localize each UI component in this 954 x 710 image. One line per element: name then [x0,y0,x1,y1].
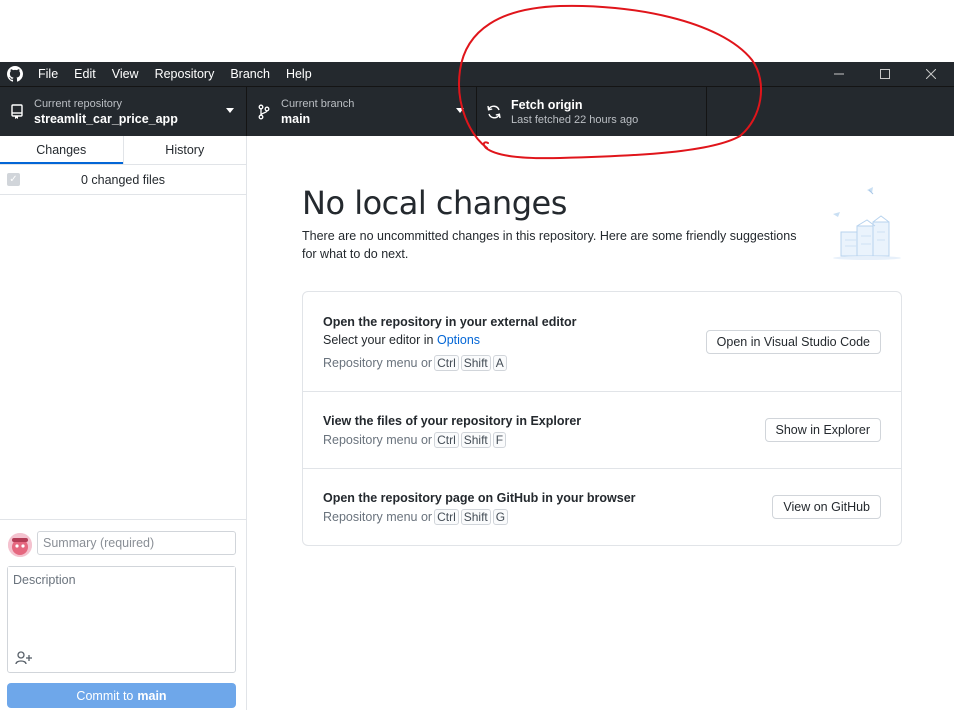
sync-icon [485,103,503,121]
minimize-button[interactable] [816,62,862,86]
page-description: There are no uncommitted changes in this… [302,229,797,261]
current-branch-dropdown[interactable]: Current branch main [247,87,477,137]
show-in-explorer-button[interactable]: Show in Explorer [764,418,881,442]
keyboard-shortcut-hint: Repository menu or Ctrl Shift A [323,355,507,371]
summary-input[interactable] [37,531,236,555]
fetch-origin-label: Fetch origin [511,98,583,112]
key-shift: Shift [460,432,491,448]
description-input[interactable] [8,567,235,647]
repository-icon [8,103,26,121]
current-repository-name: streamlit_car_price_app [34,112,178,126]
key-ctrl: Ctrl [434,355,459,371]
commit-button-prefix: Commit to [76,688,134,703]
last-fetched-text: Last fetched 22 hours ago [511,114,639,126]
suggestion-title: Open the repository in your external edi… [323,315,577,329]
fetch-origin-button[interactable]: Fetch origin Last fetched 22 hours ago [477,87,707,137]
current-repository-label: Current repository [34,98,123,110]
window-controls [816,62,954,86]
tab-changes[interactable]: Changes [0,136,123,164]
menu-view[interactable]: View [104,62,147,86]
chevron-down-icon [456,108,464,113]
keyboard-shortcut-hint: Repository menu or Ctrl Shift G [323,509,509,525]
suggestion-title: View the files of your repository in Exp… [323,414,582,428]
keyboard-shortcut-hint: Repository menu or Ctrl Shift F [323,432,507,448]
suggestions-card: Open the repository in your external edi… [302,291,902,546]
key-ctrl: Ctrl [434,432,459,448]
close-button[interactable] [908,62,954,86]
suggestion-subtitle: Select your editor in Options [323,333,481,347]
menu-branch[interactable]: Branch [222,62,278,86]
toolbar: Current repository streamlit_car_price_a… [0,86,954,137]
maximize-icon [880,69,890,79]
title-bar: File Edit View Repository Branch Help [0,62,954,86]
current-branch-label: Current branch [281,98,355,110]
commit-button-branch: main [137,688,167,703]
suggestion-title: Open the repository page on GitHub in yo… [323,491,636,505]
suggestion-view-github: Open the repository page on GitHub in yo… [303,469,901,546]
blank-area-above-window [0,0,954,62]
key-shift: Shift [460,509,491,525]
maximize-button[interactable] [862,62,908,86]
changed-files-count: 0 changed files [80,172,166,187]
commit-message-area: Commit to main [0,519,246,710]
close-icon [926,69,936,79]
menu-repository[interactable]: Repository [147,62,223,86]
branch-icon [255,103,273,121]
key-g: G [492,509,509,525]
key-f: F [492,432,507,448]
key-a: A [492,355,507,371]
key-ctrl: Ctrl [434,509,459,525]
menu-file[interactable]: File [30,62,66,86]
suggestion-show-explorer: View the files of your repository in Exp… [303,392,901,469]
view-on-github-button[interactable]: View on GitHub [772,495,881,519]
changes-sidebar: Changes History ✓ 0 changed files Commit… [0,136,247,710]
minimize-icon [834,73,844,75]
commit-button[interactable]: Commit to main [7,683,236,708]
sidebar-tabs: Changes History [0,136,246,165]
current-repository-dropdown[interactable]: Current repository streamlit_car_price_a… [0,87,247,137]
menu-edit[interactable]: Edit [66,62,104,86]
changed-files-header: ✓ 0 changed files [0,165,246,195]
chevron-down-icon [226,108,234,113]
menu-help[interactable]: Help [278,62,320,86]
current-branch-name: main [281,112,311,126]
select-all-checkbox[interactable]: ✓ [7,173,20,186]
add-co-author-icon[interactable] [13,649,35,667]
tab-history[interactable]: History [122,136,247,164]
options-link[interactable]: Options [437,333,480,347]
open-in-editor-button[interactable]: Open in Visual Studio Code [705,330,881,354]
suggestion-open-editor: Open the repository in your external edi… [303,292,901,392]
main-panel: No local changes There are no uncommitte… [247,136,954,710]
description-box [7,566,236,673]
github-logo-icon [0,62,30,86]
avatar [8,533,32,557]
empty-state-illustration [827,184,907,264]
key-shift: Shift [460,355,491,371]
page-title: No local changes [302,184,567,222]
